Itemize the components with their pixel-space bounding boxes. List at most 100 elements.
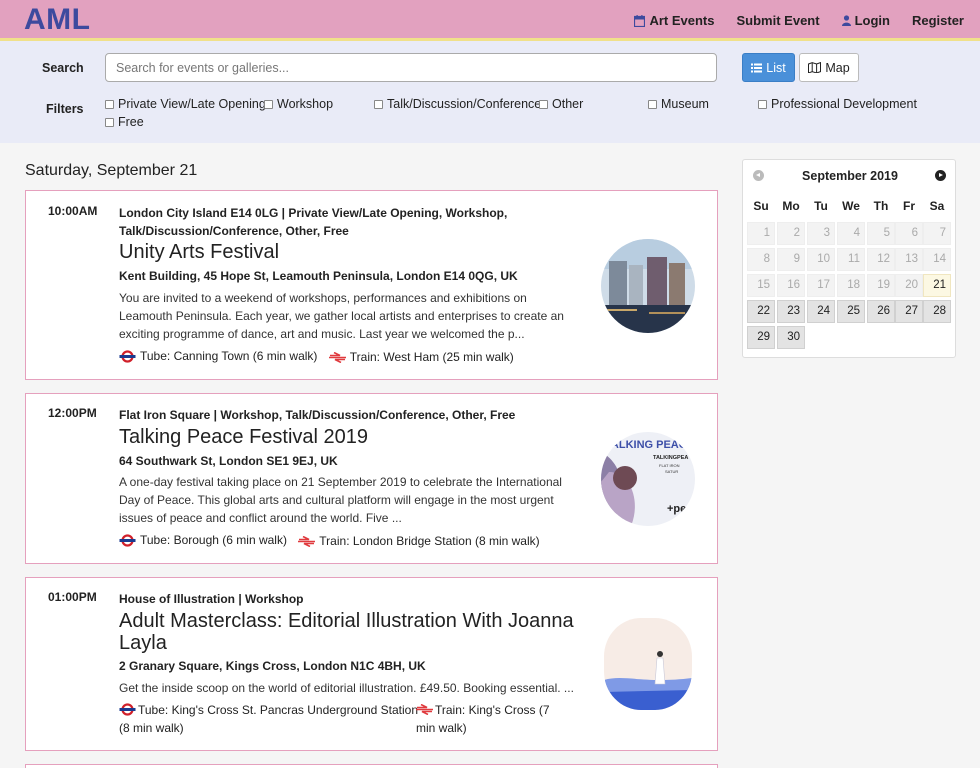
nav-submit-event[interactable]: Submit Event <box>737 13 820 28</box>
filter-checkbox[interactable] <box>648 99 657 109</box>
tube-info: Tube: King's Cross St. Pancras Undergrou… <box>119 701 419 737</box>
event-time: 12:00PM <box>48 406 97 420</box>
calendar-day: 8 <box>747 248 775 271</box>
filter-checkbox[interactable] <box>105 117 114 127</box>
poster-title: TALKING PEACE <box>605 439 694 451</box>
calendar-day[interactable]: 29 <box>747 326 775 349</box>
calendar-day: 15 <box>747 274 775 297</box>
filter-checkbox[interactable] <box>374 99 383 109</box>
map-view-button[interactable]: Map <box>799 53 859 82</box>
tube-info: Tube: Borough (6 min walk) <box>119 531 287 549</box>
filter-workshop[interactable]: Workshop <box>264 97 333 111</box>
tube-label: Tube: Borough (6 min walk) <box>140 533 287 547</box>
calendar-day[interactable]: 28 <box>923 300 951 323</box>
filter-checkbox[interactable] <box>539 99 548 109</box>
event-image[interactable] <box>601 239 695 333</box>
filter-label: Other <box>552 97 584 111</box>
calendar-day[interactable]: 21 <box>923 274 951 297</box>
filter-other[interactable]: Other <box>539 97 583 111</box>
filter-checkbox[interactable] <box>105 99 114 109</box>
calendar-day[interactable]: 23 <box>777 300 805 323</box>
event-card[interactable]: 01:00PM House of Illustration | Workshop… <box>25 577 718 751</box>
event-description: You are invited to a weekend of workshop… <box>119 291 564 341</box>
event-transport: Tube: Borough (6 min walk) Train: London… <box>119 531 540 552</box>
underground-icon <box>119 533 136 547</box>
tube-info: Tube: Canning Town (6 min walk) <box>119 347 317 365</box>
event-time: 10:00AM <box>48 204 98 218</box>
underground-icon <box>119 703 136 716</box>
filter-talk[interactable]: Talk/Discussion/Conference <box>374 97 541 111</box>
search-input[interactable] <box>105 53 717 82</box>
event-card[interactable]: 12:00PM Flat Iron Square | Workshop, Tal… <box>25 393 718 564</box>
list-view-button[interactable]: List <box>742 53 795 82</box>
calendar-title: September 2019 <box>802 169 898 183</box>
filter-label: Workshop <box>277 97 334 111</box>
event-title[interactable]: Talking Peace Festival 2019 <box>119 426 368 448</box>
calendar-dow: Fr <box>903 199 915 213</box>
calendar-day[interactable]: 27 <box>895 300 923 323</box>
calendar-day: 2 <box>777 222 805 245</box>
nav-art-events[interactable]: Art Events <box>634 13 715 28</box>
filter-private-view[interactable]: Private View/Late Opening <box>105 97 266 111</box>
filter-museum[interactable]: Museum <box>648 97 709 111</box>
event-photo <box>601 239 695 333</box>
calendar-day: 19 <box>867 274 895 297</box>
nav-art-events-label: Art Events <box>649 13 715 28</box>
calendar-icon <box>634 14 646 27</box>
national-rail-icon <box>298 535 316 547</box>
event-description: Get the inside scoop on the world of edi… <box>119 681 574 695</box>
calendar-dow: We <box>842 199 860 213</box>
event-description: A one-day festival taking place on 21 Se… <box>119 475 562 525</box>
train-info: Train: King's Cross (7 min walk) <box>416 701 566 737</box>
calendar-day[interactable]: 24 <box>807 300 835 323</box>
filter-label: Professional Development <box>771 97 917 111</box>
event-image[interactable] <box>604 618 692 710</box>
poster-subtitle: TALKINGPEA <box>653 455 688 461</box>
calendar-day: 10 <box>807 248 835 271</box>
tube-label: Tube: King's Cross St. Pancras Undergrou… <box>119 703 418 735</box>
event-title[interactable]: Adult Masterclass: Editorial Illustratio… <box>119 610 589 654</box>
event-address: Kent Building, 45 Hope St, Leamouth Peni… <box>119 269 518 283</box>
calendar-day: 7 <box>923 222 951 245</box>
event-meta: London City Island E14 0LG | Private Vie… <box>119 206 508 238</box>
map-view-label: Map <box>825 60 850 75</box>
calendar-day[interactable]: 22 <box>747 300 775 323</box>
list-view-label: List <box>766 60 786 75</box>
event-card[interactable]: 10:00AM London City Island E14 0LG | Pri… <box>25 190 718 380</box>
filter-checkbox[interactable] <box>758 99 767 109</box>
calendar-day[interactable]: 30 <box>777 326 805 349</box>
tube-label: Tube: Canning Town (6 min walk) <box>140 349 318 363</box>
filter-free[interactable]: Free <box>105 115 144 129</box>
calendar-dow: Tu <box>814 199 828 213</box>
calendar-day[interactable]: 26 <box>867 300 895 323</box>
calendar-day: 3 <box>807 222 835 245</box>
calendar-day[interactable]: 25 <box>837 300 865 323</box>
calendar-day: 1 <box>747 222 775 245</box>
event-address: 2 Granary Square, Kings Cross, London N1… <box>119 659 426 673</box>
nav-login-label: Login <box>854 13 890 28</box>
calendar-day: 12 <box>867 248 895 271</box>
event-image[interactable]: TALKING PEACE TALKINGPEA FLAT IRON SATUR… <box>601 432 695 526</box>
nav-submit-event-label: Submit Event <box>736 13 820 28</box>
nav-register[interactable]: Register <box>912 13 964 28</box>
calendar-day: 6 <box>895 222 923 245</box>
calendar-dow: Sa <box>929 199 945 213</box>
filter-professional-development[interactable]: Professional Development <box>758 97 917 111</box>
user-icon <box>841 15 851 26</box>
calendar-day: 14 <box>923 248 951 271</box>
event-time: 01:00PM <box>48 590 97 604</box>
nav-login[interactable]: Login <box>841 13 890 28</box>
next-month-icon[interactable] <box>935 170 946 181</box>
filter-checkbox[interactable] <box>264 99 273 109</box>
calendar-day: 20 <box>895 274 923 297</box>
event-title[interactable]: Unity Arts Festival <box>119 241 279 263</box>
event-address: 64 Southwark St, London SE1 9EJ, UK <box>119 454 338 468</box>
event-meta: House of Illustration | Workshop <box>119 592 304 606</box>
national-rail-icon <box>416 703 433 716</box>
site-logo[interactable]: AML <box>24 3 90 37</box>
calendar-day: 11 <box>837 248 865 271</box>
event-meta: Flat Iron Square | Workshop, Talk/Discus… <box>119 408 516 422</box>
train-label: Train: West Ham (25 min walk) <box>349 350 514 364</box>
event-transport: Tube: Canning Town (6 min walk) Train: W… <box>119 347 514 368</box>
poster-brand: +pe <box>667 503 686 515</box>
